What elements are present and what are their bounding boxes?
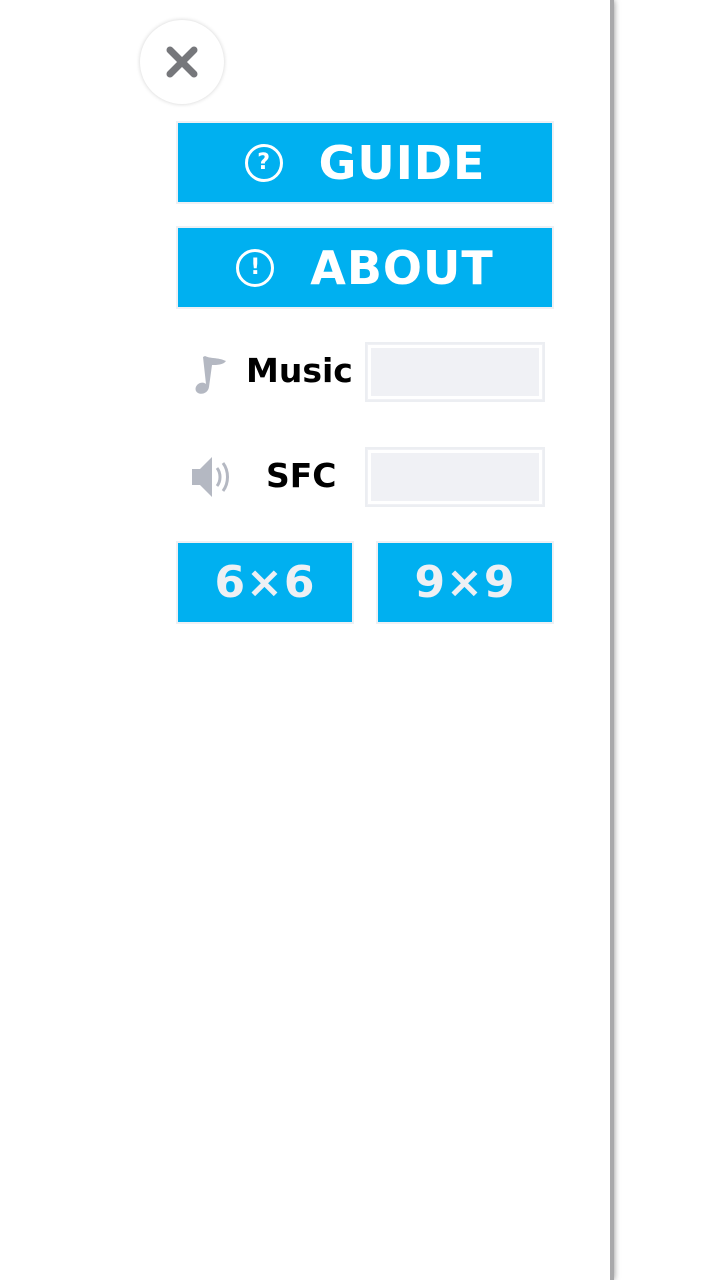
question-circle-icon: ? <box>244 143 283 182</box>
music-label: Music <box>246 351 353 390</box>
guide-label: GUIDE <box>318 135 486 190</box>
guide-button[interactable]: ? GUIDE <box>176 121 554 204</box>
music-toggle[interactable] <box>365 342 545 402</box>
grid-6x6-button[interactable]: 6×6 <box>176 541 354 624</box>
close-icon <box>166 46 198 78</box>
sfc-toggle[interactable] <box>365 447 545 507</box>
about-button[interactable]: ! ABOUT <box>176 226 554 309</box>
grid-6x6-label: 6×6 <box>214 557 316 608</box>
grid-9x9-button[interactable]: 9×9 <box>376 541 554 624</box>
exclamation-circle-icon: ! <box>236 248 275 287</box>
grid-9x9-label: 9×9 <box>414 557 516 608</box>
panel-edge <box>610 0 614 1280</box>
close-button[interactable] <box>140 20 224 104</box>
side-menu-panel: ? GUIDE ! ABOUT Music SFC 6×6 9×9 <box>0 0 610 1280</box>
about-label: ABOUT <box>310 240 494 295</box>
music-note-icon <box>195 356 226 394</box>
speaker-icon <box>192 457 229 497</box>
sfc-label: SFC <box>266 456 337 495</box>
